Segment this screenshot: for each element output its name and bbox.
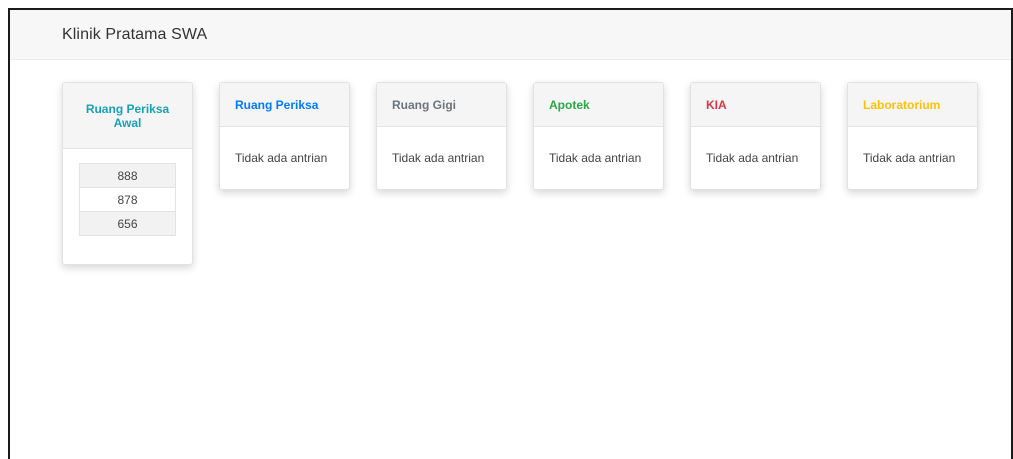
card-title: KIA bbox=[706, 97, 727, 112]
card-body: Tidak ada antrian bbox=[549, 151, 642, 165]
card-header: Apotek bbox=[534, 83, 663, 127]
queue-number: 656 bbox=[79, 211, 176, 236]
card-header: KIA bbox=[691, 83, 820, 127]
card-body: 888 878 656 bbox=[63, 149, 192, 264]
queue-cards: Ruang Periksa Awal 888 878 656 Ruang Per… bbox=[62, 82, 978, 265]
card-title: Ruang Periksa Awal bbox=[85, 101, 170, 130]
table-row: 656 bbox=[79, 211, 176, 236]
card-title: Ruang Gigi bbox=[392, 97, 456, 112]
navbar: Klinik Pratama SWA bbox=[10, 10, 1011, 60]
card-kia: KIA Tidak ada antrian bbox=[690, 82, 821, 190]
card-body: Tidak ada antrian bbox=[235, 151, 328, 165]
card-title: Ruang Periksa bbox=[235, 97, 319, 112]
table-row: 888 bbox=[79, 163, 176, 188]
card-header: Ruang Periksa Awal bbox=[63, 83, 192, 149]
table-row: 878 bbox=[79, 187, 176, 212]
card-ruang-periksa-awal: Ruang Periksa Awal 888 878 656 bbox=[62, 82, 193, 265]
card-apotek: Apotek Tidak ada antrian bbox=[533, 82, 664, 190]
card-body: Tidak ada antrian bbox=[706, 151, 799, 165]
card-body: Tidak ada antrian bbox=[863, 151, 956, 165]
card-title: Apotek bbox=[549, 97, 590, 112]
app-window: Klinik Pratama SWA Ruang Periksa Awal 88… bbox=[8, 8, 1013, 459]
card-ruang-gigi: Ruang Gigi Tidak ada antrian bbox=[376, 82, 507, 190]
card-body: Tidak ada antrian bbox=[392, 151, 485, 165]
card-header: Ruang Gigi bbox=[377, 83, 506, 127]
card-ruang-periksa: Ruang Periksa Tidak ada antrian bbox=[219, 82, 350, 190]
card-header: Ruang Periksa bbox=[220, 83, 349, 127]
queue-number: 888 bbox=[79, 163, 176, 188]
navbar-brand[interactable]: Klinik Pratama SWA bbox=[62, 26, 207, 44]
queue-number: 878 bbox=[79, 187, 176, 212]
card-laboratorium: Laboratorium Tidak ada antrian bbox=[847, 82, 978, 190]
queue-table: 888 878 656 bbox=[79, 163, 176, 236]
card-header: Laboratorium bbox=[848, 83, 977, 127]
card-title: Laboratorium bbox=[863, 97, 941, 112]
